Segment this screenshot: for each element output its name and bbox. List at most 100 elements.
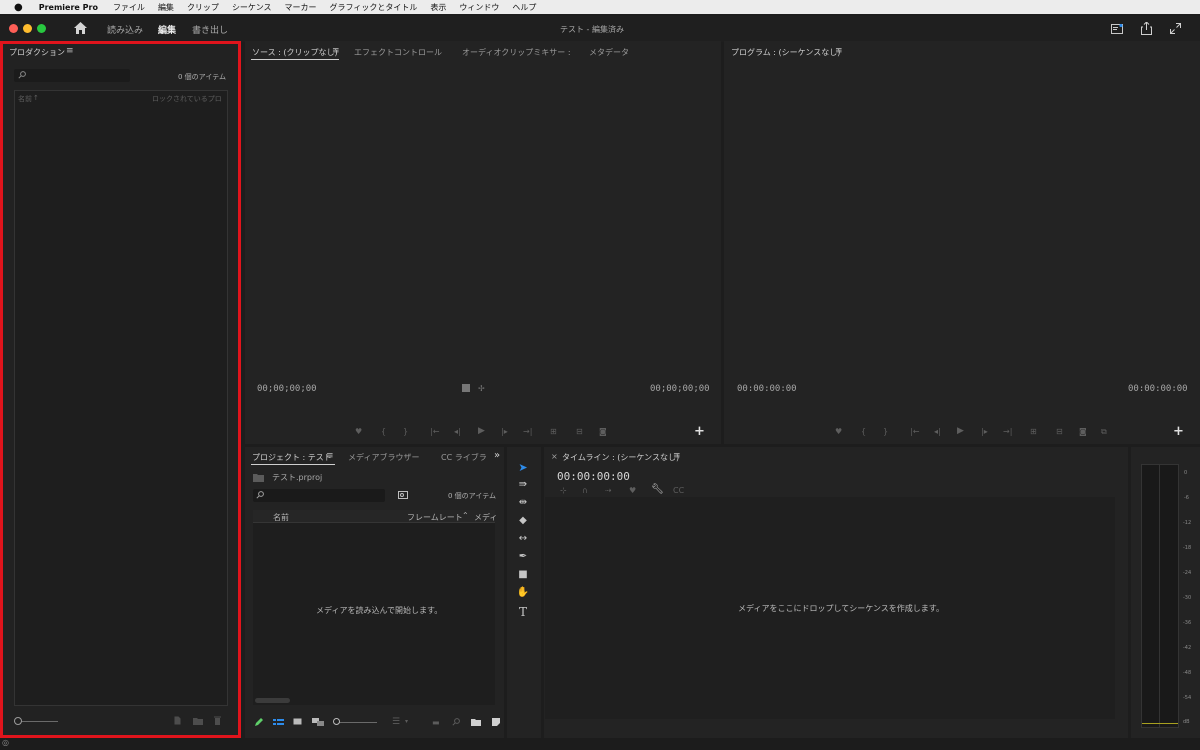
production-list[interactable] (14, 90, 228, 706)
program-step-forward-icon[interactable]: |▸ (981, 427, 988, 436)
timeline-timecode[interactable]: 00:00:00:00 (557, 470, 630, 483)
project-zoom-slider-handle[interactable] (333, 718, 340, 725)
source-insert-icon[interactable]: ⊞ (550, 427, 557, 436)
menu-edit[interactable]: 編集 (158, 2, 174, 13)
snap-icon[interactable]: ∩ (582, 486, 588, 495)
new-project-icon[interactable] (174, 716, 181, 725)
menu-sequence[interactable]: シーケンス (232, 2, 272, 13)
program-mark-in-icon[interactable]: { (861, 427, 866, 436)
program-timecode-current[interactable]: 00:00:00:00 (737, 384, 797, 394)
project-scrollbar[interactable] (255, 698, 290, 703)
tab-audio-clip-mixer[interactable]: オーディオクリップミキサー : (462, 47, 571, 58)
tab-source[interactable]: ソース : (クリップなし) (252, 47, 338, 58)
program-go-to-out-icon[interactable]: →| (1003, 427, 1012, 436)
chevron-down-icon[interactable]: ▾ (405, 718, 408, 725)
project-col-media[interactable]: メディ (474, 512, 497, 523)
program-extract-icon[interactable]: ⊟ (1056, 427, 1063, 436)
workspace-import[interactable]: 読み込み (107, 23, 143, 36)
source-marker-icon[interactable]: ♥ (355, 427, 362, 436)
program-lift-icon[interactable]: ⊞ (1030, 427, 1037, 436)
source-mark-in-icon[interactable]: { (381, 427, 386, 436)
close-timeline-icon[interactable]: × (551, 452, 558, 461)
tab-timeline[interactable]: タイムライン : (シーケンスなし) (562, 452, 679, 463)
program-marker-icon[interactable]: ♥ (835, 427, 842, 436)
timeline-panel-menu-icon[interactable]: ≡ (673, 451, 681, 461)
program-panel-menu-icon[interactable]: ≡ (835, 46, 843, 56)
status-indicator-icon[interactable]: ◎ (2, 738, 9, 747)
project-panel-menu-icon[interactable]: ≡ (326, 451, 334, 461)
find-icon[interactable] (452, 718, 460, 726)
drag-video-audio-icon[interactable]: ✢ (478, 384, 485, 393)
menu-file[interactable]: ファイル (113, 2, 145, 13)
share-icon[interactable] (1141, 22, 1152, 35)
minimize-window-button[interactable] (23, 24, 32, 33)
menu-view[interactable]: 表示 (430, 2, 446, 13)
production-search-input[interactable] (14, 69, 130, 82)
timeline-settings-icon[interactable]: 🔧︎ (651, 484, 664, 495)
program-step-back-icon[interactable]: ◂| (934, 427, 941, 436)
tab-project[interactable]: プロジェクト : テスト (252, 452, 332, 463)
close-window-button[interactable] (9, 24, 18, 33)
program-comparison-icon[interactable]: ⧉ (1101, 427, 1107, 437)
source-timecode-current[interactable]: 00;00;00;00 (257, 384, 317, 394)
list-view-icon[interactable] (273, 719, 284, 726)
hand-tool-icon[interactable]: ✋ (516, 587, 530, 598)
source-go-to-out-icon[interactable]: →| (523, 427, 532, 436)
production-col-name[interactable]: 名前 (18, 94, 32, 104)
source-step-back-icon[interactable]: ◂| (454, 427, 461, 436)
razor-tool-icon[interactable]: ◆ (516, 515, 530, 526)
production-col-locked[interactable]: ロックされているプロ (152, 94, 222, 104)
sort-icons-icon[interactable]: ☰ (392, 717, 400, 727)
production-panel-menu-icon[interactable]: ≡ (66, 46, 74, 56)
source-play-icon[interactable]: ▶ (478, 426, 485, 436)
nest-sequence-icon[interactable]: ⊹ (560, 486, 567, 495)
linked-selection-icon[interactable]: ⇢ (605, 486, 612, 495)
more-panels-icon[interactable]: » (494, 450, 500, 461)
new-bin-icon[interactable] (471, 718, 481, 726)
zoom-window-button[interactable] (37, 24, 46, 33)
tab-program[interactable]: プログラム : (シーケンスなし) (731, 47, 840, 58)
selection-tool-icon[interactable]: ➤ (516, 461, 530, 474)
ripple-edit-tool-icon[interactable]: ⇹ (516, 497, 530, 508)
workspace-edit[interactable]: 編集 (158, 23, 176, 36)
project-search-input[interactable] (253, 489, 385, 502)
pencil-icon[interactable] (254, 718, 263, 727)
pen-tool-icon[interactable]: ✒ (516, 551, 530, 562)
quick-export-icon[interactable] (1111, 24, 1123, 34)
new-item-icon[interactable] (492, 718, 500, 726)
tab-cc-libraries[interactable]: CC ライブラ (441, 452, 487, 463)
source-go-to-in-icon[interactable]: |← (430, 427, 439, 436)
type-tool-icon[interactable]: T (516, 605, 530, 619)
menu-marker[interactable]: マーカー (285, 2, 317, 13)
rectangle-tool-icon[interactable]: ■ (516, 569, 530, 580)
source-step-forward-icon[interactable]: |▸ (501, 427, 508, 436)
tab-effect-controls[interactable]: エフェクトコントロール (354, 47, 442, 58)
source-export-frame-icon[interactable]: ◙ (599, 427, 607, 436)
tab-media-browser[interactable]: メディアブラウザー (348, 452, 419, 463)
fullscreen-icon[interactable] (1170, 23, 1181, 34)
source-overwrite-icon[interactable]: ⊟ (576, 427, 583, 436)
new-folder-icon[interactable] (193, 717, 203, 725)
source-add-button-icon[interactable]: + (694, 424, 705, 439)
freeform-view-icon[interactable] (312, 718, 324, 726)
source-panel-menu-icon[interactable]: ≡ (332, 46, 340, 56)
slip-tool-icon[interactable]: ↔ (516, 533, 530, 544)
program-export-frame-icon[interactable]: ◙ (1079, 427, 1087, 436)
apple-icon[interactable]: ● (14, 2, 23, 13)
menu-help[interactable]: ヘルプ (512, 2, 536, 13)
trash-icon[interactable] (214, 716, 221, 725)
zoom-slider-handle[interactable] (14, 717, 22, 725)
tab-metadata[interactable]: メタデータ (589, 47, 629, 58)
captions-icon[interactable]: CC (673, 486, 684, 495)
project-zoom-slider-track[interactable] (337, 722, 377, 723)
menu-graphics[interactable]: グラフィックとタイトル (330, 2, 418, 13)
menu-app-name[interactable]: Premiere Pro (39, 3, 98, 12)
source-mark-out-icon[interactable]: } (403, 427, 408, 436)
icon-view-icon[interactable] (293, 718, 302, 726)
home-icon[interactable] (74, 22, 87, 34)
production-panel-title[interactable]: プロダクション (9, 47, 65, 58)
track-select-tool-icon[interactable]: ⇛ (516, 479, 530, 490)
project-col-framerate[interactable]: フレームレート (407, 512, 463, 523)
menu-window[interactable]: ウィンドウ (459, 2, 499, 13)
program-go-to-in-icon[interactable]: |← (910, 427, 919, 436)
